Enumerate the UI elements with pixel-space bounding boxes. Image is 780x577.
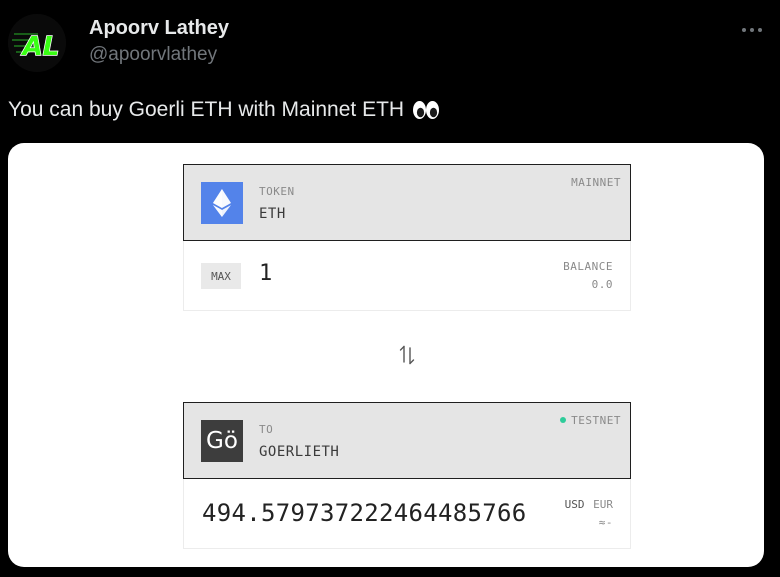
goerli-logo-icon: Gö [201, 420, 243, 462]
tweet-text-content: You can buy Goerli ETH with Mainnet ETH [8, 98, 405, 121]
from-token-panel[interactable]: TOKEN ETH MAINNET [183, 164, 631, 241]
balance-label: BALANCE [563, 260, 613, 273]
token-label: TOKEN [259, 185, 295, 198]
output-amount: 494.579737222464485766 [202, 499, 527, 527]
eyes-icon [412, 99, 440, 121]
fiat-value: ≈- [598, 516, 613, 529]
to-token-panel[interactable]: Gö TO GOERLIETH TESTNET [183, 402, 631, 479]
to-token-name: GOERLIETH [259, 444, 340, 460]
max-button[interactable]: MAX [201, 263, 241, 289]
avatar[interactable]: AL [8, 14, 66, 72]
eth-logo-icon [201, 182, 243, 224]
eur-option[interactable]: EUR [593, 498, 613, 511]
to-amount-panel: 494.579737222464485766 USD EUR ≈- [183, 479, 631, 549]
swap-arrows-icon[interactable] [397, 343, 417, 367]
amount-input[interactable] [259, 261, 459, 286]
to-label: TO [259, 423, 274, 436]
currency-toggle[interactable]: USD EUR [565, 498, 613, 511]
balance-value: 0.0 [591, 278, 613, 291]
tweet-image-card[interactable]: TOKEN ETH MAINNET MAX BALANCE 0.0 Gö TO … [8, 143, 764, 567]
network-label-mainnet: MAINNET [571, 176, 621, 189]
network-label-testnet: TESTNET [560, 414, 621, 427]
author-name[interactable]: Apoorv Lathey [89, 17, 229, 40]
avatar-logo-icon: AL [8, 14, 66, 72]
from-amount-panel: MAX BALANCE 0.0 [183, 241, 631, 311]
tweet-text: You can buy Goerli ETH with Mainnet ETH [8, 98, 440, 122]
more-options-icon[interactable] [738, 16, 766, 44]
usd-option[interactable]: USD [565, 498, 585, 511]
author-handle[interactable]: @apoorvlathey [89, 44, 217, 66]
svg-text:AL: AL [21, 32, 60, 62]
testnet-status-dot [560, 417, 567, 423]
network-label-testnet-text: TESTNET [571, 414, 621, 427]
from-token-name: ETH [259, 206, 286, 222]
